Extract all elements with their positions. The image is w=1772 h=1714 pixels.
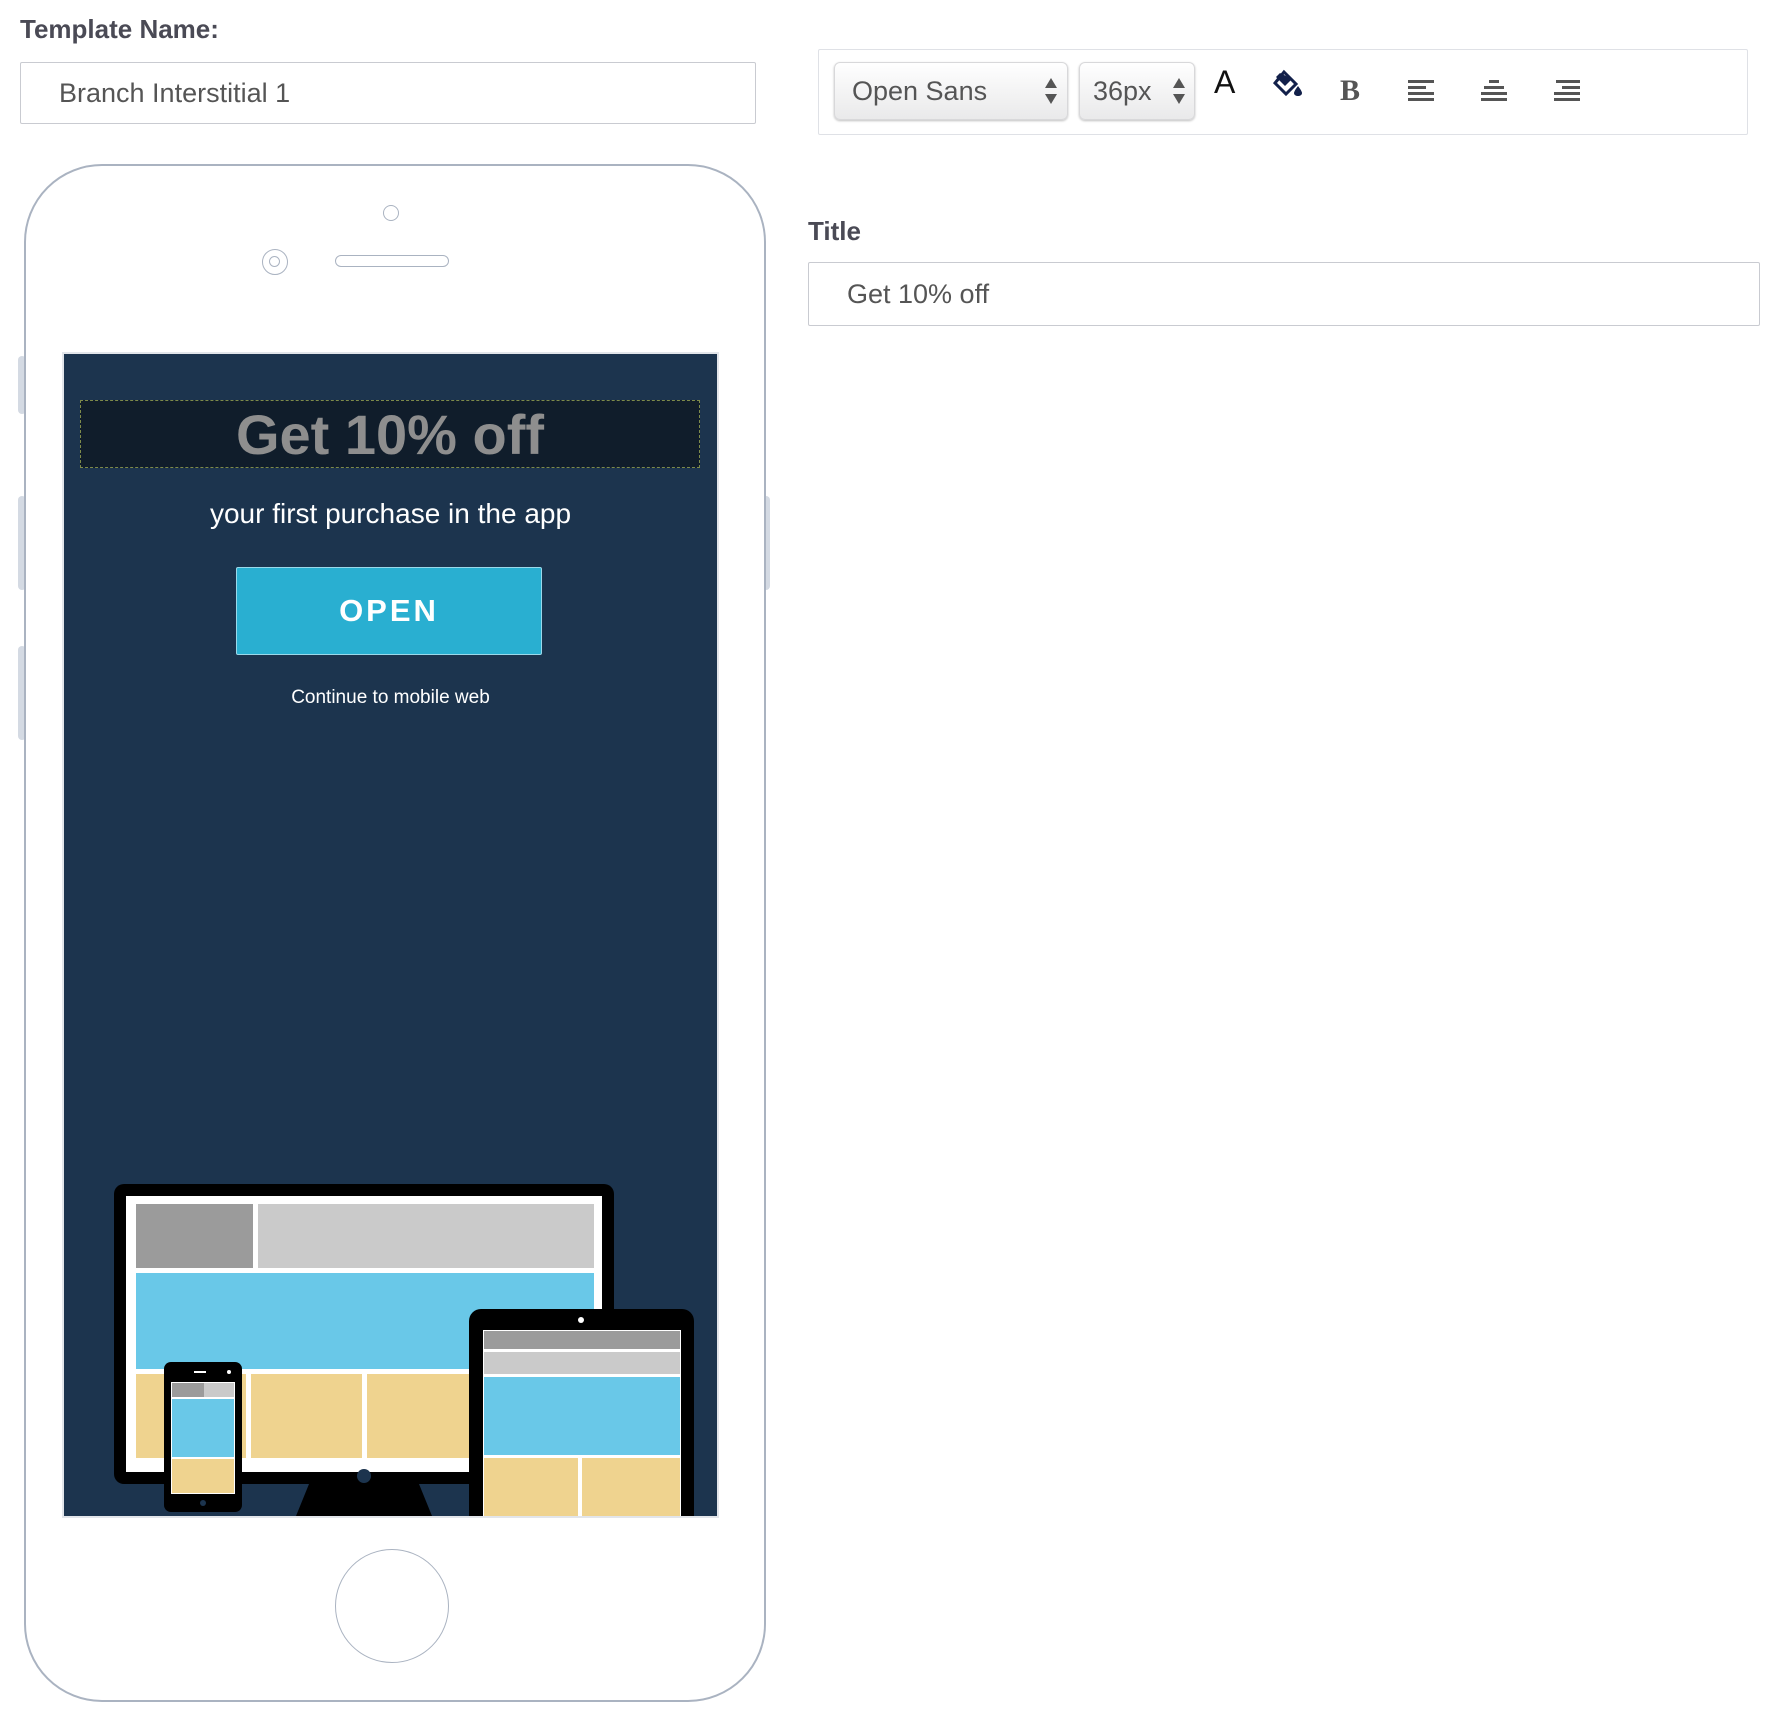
align-right-icon[interactable] <box>1554 80 1582 102</box>
select-arrows-icon <box>1044 77 1058 105</box>
bold-icon[interactable]: B <box>1340 74 1360 108</box>
phone-front-camera <box>262 249 288 275</box>
template-name-value: Branch Interstitial 1 <box>59 77 291 108</box>
font-family-value: Open Sans <box>852 75 988 106</box>
template-name-input[interactable]: Branch Interstitial 1 <box>20 62 756 124</box>
phone-sensor <box>383 205 399 221</box>
phone-speaker <box>335 255 449 267</box>
template-name-label: Template Name: <box>20 14 219 44</box>
title-input[interactable]: Get 10% off <box>808 262 1760 326</box>
phone-screen: Get 10% off your first purchase in the a… <box>64 354 717 1516</box>
font-family-select[interactable]: Open Sans <box>834 62 1068 120</box>
align-center-icon[interactable] <box>1481 80 1509 102</box>
devices-illustration <box>64 354 717 1516</box>
align-left-icon[interactable] <box>1408 80 1436 102</box>
title-input-value: Get 10% off <box>847 278 990 309</box>
phone-home-button <box>335 1549 449 1663</box>
text-color-icon[interactable]: A <box>1214 64 1235 101</box>
font-size-select[interactable]: 36px <box>1079 62 1195 120</box>
fill-color-icon[interactable] <box>1272 68 1304 100</box>
title-label: Title <box>808 216 861 246</box>
select-arrows-icon <box>1172 77 1186 105</box>
font-size-value: 36px <box>1093 75 1152 106</box>
